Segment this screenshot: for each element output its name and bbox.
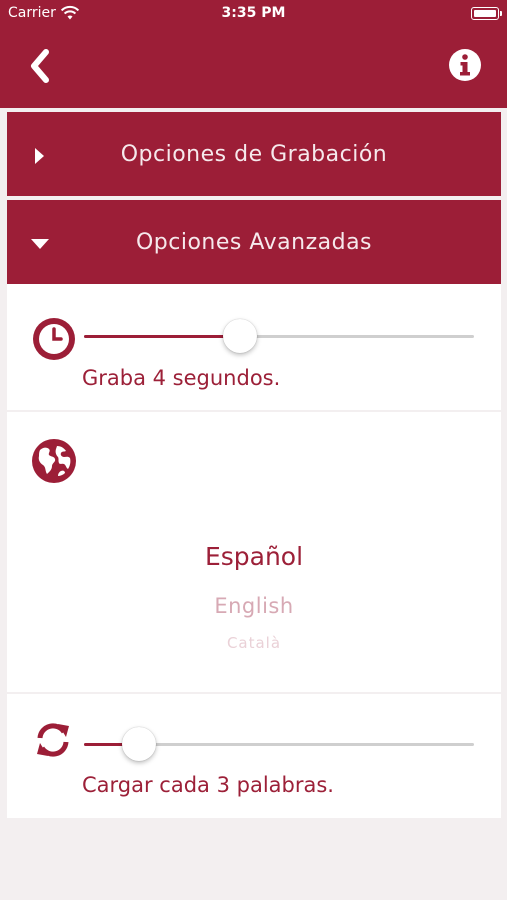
nav-divider xyxy=(0,108,507,111)
info-circle-icon[interactable] xyxy=(448,48,482,82)
load-slider[interactable] xyxy=(84,727,474,761)
language-option[interactable]: Català xyxy=(7,634,501,652)
refresh-icon xyxy=(37,723,69,757)
status-time: 3:35 PM xyxy=(221,5,286,21)
clock-icon xyxy=(33,318,75,360)
duration-slider[interactable] xyxy=(84,319,474,353)
load-card: Cargar cada 3 palabras. xyxy=(7,694,501,818)
globe-icon xyxy=(32,439,76,483)
nav-bar xyxy=(0,28,507,108)
duration-slider-fill xyxy=(84,335,240,338)
language-option[interactable]: English xyxy=(7,594,501,618)
advanced-options-header[interactable]: Opciones Avanzadas xyxy=(7,200,501,284)
caret-down-icon xyxy=(31,239,49,249)
duration-label: Graba 4 segundos. xyxy=(82,366,281,390)
recording-options-header[interactable]: Opciones de Grabación xyxy=(7,112,501,196)
status-bar: Carrier 3:35 PM xyxy=(0,0,507,28)
chevron-left-icon[interactable] xyxy=(24,46,56,86)
duration-slider-thumb[interactable] xyxy=(223,319,257,353)
language-option-selected[interactable]: Español xyxy=(7,542,501,571)
recording-options-label: Opciones de Grabación xyxy=(120,141,388,167)
load-slider-thumb[interactable] xyxy=(122,727,156,761)
language-card: Español English Català xyxy=(7,412,501,692)
battery-icon xyxy=(471,7,502,20)
duration-card: Graba 4 segundos. xyxy=(7,284,501,410)
load-label: Cargar cada 3 palabras. xyxy=(82,773,334,797)
caret-right-icon xyxy=(35,148,44,164)
advanced-options-label: Opciones Avanzadas xyxy=(135,229,373,255)
